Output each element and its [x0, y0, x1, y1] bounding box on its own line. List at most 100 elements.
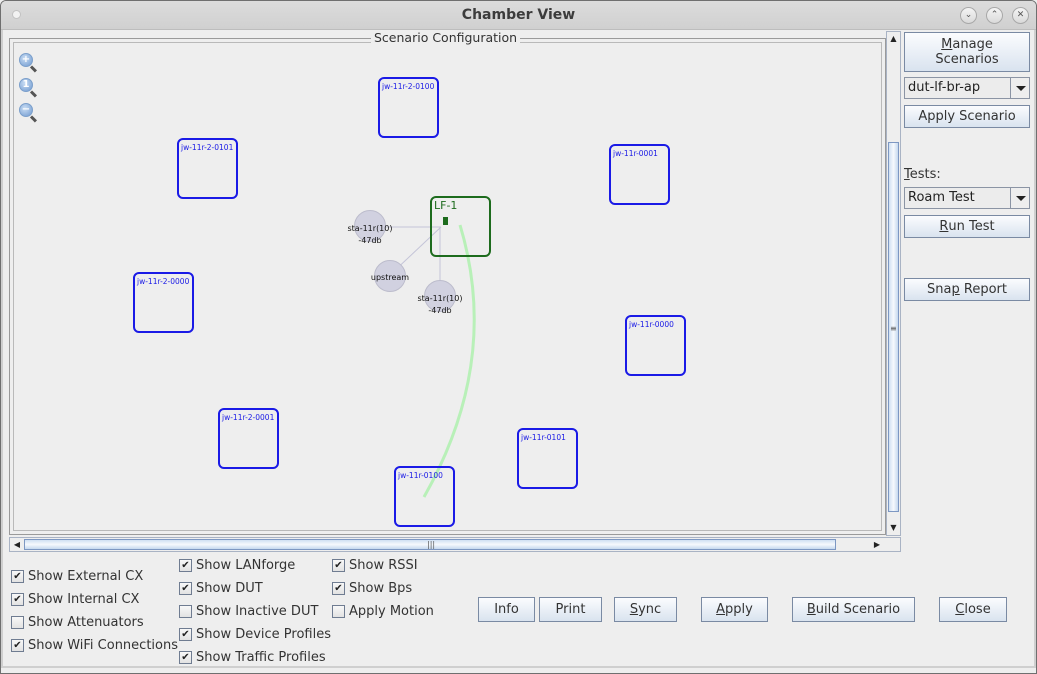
scroll-down-arrow-icon[interactable]: ▼: [887, 521, 900, 535]
show-rssi-checkbox[interactable]: ✔ Show RSSI: [332, 558, 418, 573]
tests-label: Tests:: [904, 167, 941, 182]
dut-label: jw-11r-2-0100: [382, 82, 435, 91]
checkbox-box[interactable]: ✔: [332, 559, 345, 572]
connection-lines: [370, 224, 476, 498]
checkbox-label: Show WiFi Connections: [28, 638, 178, 653]
show-lanforge-checkbox[interactable]: ✔ Show LANforge: [179, 558, 295, 573]
checkbox-label: Show Internal CX: [28, 592, 140, 607]
dut-label: jw-11r-2-0000: [137, 277, 190, 286]
button-label: uild Scenario: [815, 602, 901, 617]
lanforge-label: LF-1: [434, 199, 458, 212]
node-name: sta-11r(10): [417, 294, 463, 303]
dut-label: jw-11r-2-0101: [181, 143, 234, 152]
node-rssi: -47db: [358, 236, 382, 245]
checkbox-box[interactable]: [332, 605, 345, 618]
dut-label: jw-11r-2-0001: [222, 413, 275, 422]
button-label: un Test: [948, 219, 995, 234]
node-name: upstream: [370, 273, 410, 282]
test-select[interactable]: Roam Test: [904, 187, 1030, 209]
sync-button[interactable]: Sync: [614, 597, 677, 622]
show-internal-cx-checkbox[interactable]: ✔ Show Internal CX: [11, 592, 139, 607]
button-label: lose: [964, 602, 991, 617]
dut-box[interactable]: jw-11r-0000: [625, 315, 686, 376]
apply-motion-checkbox[interactable]: Apply Motion: [332, 604, 434, 619]
lanforge-box[interactable]: LF-1: [430, 196, 491, 257]
dut-box[interactable]: jw-11r-2-0100: [378, 77, 439, 138]
checkbox-box[interactable]: ✔: [332, 582, 345, 595]
show-dut-checkbox[interactable]: ✔ Show DUT: [179, 581, 263, 596]
manage-scenarios-button[interactable]: Manage Scenarios: [904, 32, 1030, 72]
info-button[interactable]: Info: [478, 597, 535, 622]
dut-box[interactable]: jw-11r-2-0000: [133, 272, 194, 333]
show-wifi-connections-checkbox[interactable]: ✔ Show WiFi Connections: [11, 638, 178, 653]
show-external-cx-checkbox[interactable]: ✔ Show External CX: [11, 569, 143, 584]
port-icon: [443, 217, 448, 225]
button-label: Sna: [927, 282, 952, 297]
scenario-diagram: jw-11r-2-0100 jw-11r-2-0101 jw-11r-0001 …: [1, 1, 1036, 673]
vertical-scrollbar[interactable]: ▲ ≡ ▼: [886, 31, 901, 536]
checkbox-label: Show Traffic Profiles: [196, 650, 326, 665]
scenario-select-value: dut-lf-br-ap: [908, 80, 981, 95]
show-inactive-dut-checkbox[interactable]: Show Inactive DUT: [179, 604, 318, 619]
checkbox-label: Apply Motion: [349, 604, 434, 619]
node-name: sta-11r(10): [347, 224, 393, 233]
mnemonic: p: [951, 282, 960, 297]
checkbox-box[interactable]: ✔: [179, 628, 192, 641]
chamber-view-window: Chamber View ⌄ ⌃ ✕ Scenario Configuratio…: [0, 0, 1037, 674]
vertical-scroll-thumb[interactable]: ≡: [888, 142, 899, 512]
show-device-profiles-checkbox[interactable]: ✔ Show Device Profiles: [179, 627, 331, 642]
scroll-up-arrow-icon[interactable]: ▲: [887, 32, 900, 46]
checkbox-box[interactable]: ✔: [179, 651, 192, 664]
button-label: anage: [952, 37, 993, 52]
checkbox-label: Show Device Profiles: [196, 627, 331, 642]
mnemonic: R: [939, 219, 949, 234]
dut-box[interactable]: jw-11r-0101: [517, 428, 578, 489]
mnemonic: B: [806, 602, 816, 617]
wifi-connection-arc: [422, 224, 476, 498]
scroll-right-arrow-icon[interactable]: ▶: [870, 538, 884, 551]
checkbox-label: Show Attenuators: [28, 615, 144, 630]
apply-button[interactable]: Apply: [701, 597, 768, 622]
show-traffic-profiles-checkbox[interactable]: ✔ Show Traffic Profiles: [179, 650, 326, 665]
dut-box[interactable]: jw-11r-2-0001: [218, 408, 279, 469]
checkbox-label: Show DUT: [196, 581, 263, 596]
dut-box[interactable]: jw-11r-2-0101: [177, 138, 238, 199]
build-scenario-button[interactable]: Build Scenario: [792, 597, 915, 622]
checkbox-box[interactable]: ✔: [179, 582, 192, 595]
button-label: Report: [959, 282, 1007, 297]
node-rssi: -47db: [428, 306, 452, 315]
dut-label: jw-11r-0000: [629, 320, 674, 329]
checkbox-box[interactable]: [11, 616, 24, 629]
checkbox-box[interactable]: ✔: [11, 570, 24, 583]
horizontal-scrollbar[interactable]: ◀ ||| ▶: [9, 537, 901, 552]
label-text: ests:: [909, 167, 941, 182]
apply-scenario-button[interactable]: Apply Scenario: [904, 105, 1030, 128]
button-label: ync: [638, 602, 662, 617]
show-bps-checkbox[interactable]: ✔ Show Bps: [332, 581, 412, 596]
snap-report-button[interactable]: Sna p Report: [904, 278, 1030, 301]
mnemonic: M: [941, 37, 953, 52]
checkbox-box[interactable]: ✔: [11, 639, 24, 652]
close-button[interactable]: Close: [939, 597, 1007, 622]
run-test-button[interactable]: Run Test: [904, 215, 1030, 238]
horizontal-scroll-thumb[interactable]: |||: [24, 539, 836, 550]
checkbox-label: Show RSSI: [349, 558, 418, 573]
print-button[interactable]: Print: [539, 597, 602, 622]
scenario-select[interactable]: dut-lf-br-ap: [904, 77, 1030, 99]
checkbox-box[interactable]: ✔: [11, 593, 24, 606]
chevron-down-icon[interactable]: [1010, 188, 1029, 208]
checkbox-box[interactable]: ✔: [179, 559, 192, 572]
scroll-left-arrow-icon[interactable]: ◀: [10, 538, 24, 551]
checkbox-label: Show Inactive DUT: [196, 604, 319, 619]
chevron-down-icon[interactable]: [1010, 78, 1029, 98]
dut-box[interactable]: jw-11r-0001: [609, 144, 670, 205]
grip-icon: ≡: [890, 324, 897, 333]
grip-icon: |||: [427, 540, 436, 549]
button-label: pply: [725, 602, 753, 617]
dut-label: jw-11r-0101: [521, 433, 566, 442]
button-label: Scenarios: [935, 52, 999, 67]
dut-box[interactable]: jw-11r-0100: [394, 466, 455, 527]
mnemonic: S: [629, 602, 639, 617]
show-attenuators-checkbox[interactable]: Show Attenuators: [11, 615, 144, 630]
checkbox-box[interactable]: [179, 605, 192, 618]
